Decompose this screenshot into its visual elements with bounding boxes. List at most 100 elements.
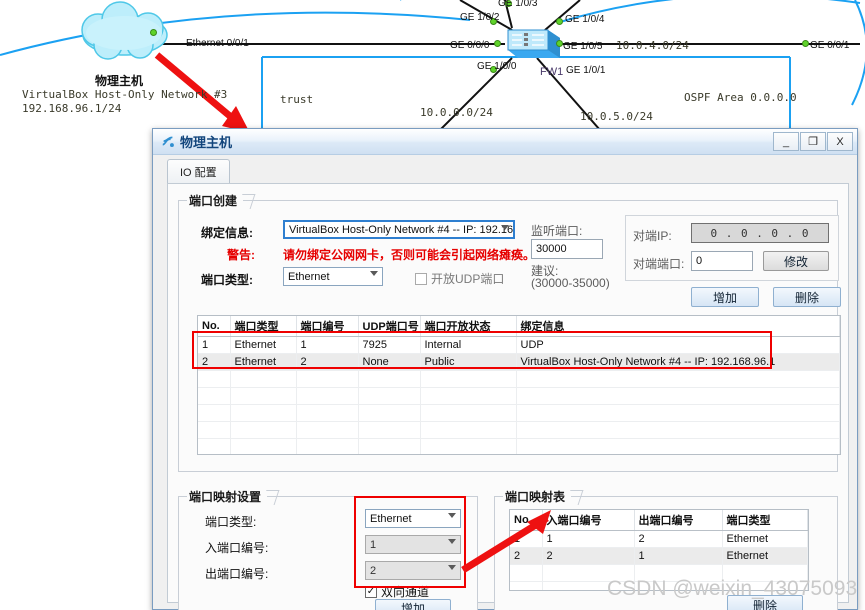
maximize-button[interactable]: ❐	[800, 132, 826, 151]
close-button[interactable]: X	[827, 132, 853, 151]
peer-port-label: 对端端口:	[633, 257, 685, 271]
table-row-empty[interactable]	[198, 438, 840, 454]
mapping-port-type-label: 端口类型:	[205, 515, 257, 529]
bind-info-select[interactable]: VirtualBox Host-Only Network #4 -- IP: 1…	[283, 220, 515, 239]
table-cell: Ethernet	[230, 353, 297, 371]
table-cell	[296, 438, 359, 454]
table-cell	[296, 387, 359, 405]
udp-port-checkbox-label: 开放UDP端口	[431, 272, 505, 286]
zone-label-trust: trust	[280, 93, 314, 106]
out-port-value: 2	[370, 564, 377, 577]
chevron-down-icon	[370, 271, 378, 276]
warning-text: 请勿绑定公网网卡，否则可能会引起网络瘫痪。	[283, 248, 536, 262]
minimize-button[interactable]: _	[773, 132, 799, 151]
table-cell: 1	[296, 336, 359, 354]
interface-label-ge0-0-1: GE 0/0/1	[810, 40, 850, 51]
host-network-name: VirtualBox Host-Only Network #3	[22, 88, 228, 101]
table-cell	[296, 421, 359, 439]
link-endpoint-dot	[556, 18, 563, 25]
table-cell	[358, 370, 421, 388]
peer-port-input[interactable]: 0	[691, 251, 753, 271]
add-mapping-button[interactable]: 增加	[375, 599, 451, 610]
subnet-label-10-0-5-0: 10.0.5.0/24	[580, 110, 653, 123]
table-cell: Ethernet	[230, 336, 297, 354]
host-ip-address: 192.168.96.1/24	[22, 102, 122, 115]
tab-strip: IO 配置	[167, 159, 851, 183]
group-mapping-settings-label: 端口映射设置	[187, 488, 268, 505]
interface-label-ge1-0-3: GE 1/0/3	[498, 0, 538, 9]
add-port-button[interactable]: 增加	[691, 287, 759, 307]
table-cell	[230, 387, 297, 405]
table-cell	[230, 421, 297, 439]
column-header: 端口类型	[230, 316, 297, 337]
firewall-device-icon	[507, 29, 560, 58]
out-port-label: 出端口编号:	[205, 567, 269, 581]
modify-button[interactable]: 修改	[763, 251, 829, 271]
in-port-select[interactable]: 1	[365, 535, 461, 554]
link-endpoint-dot	[494, 40, 501, 47]
table-header-row: No. 端口类型 端口编号 UDP端口号 端口开放状态 绑定信息	[198, 316, 840, 337]
table-cell: 2	[296, 353, 359, 371]
bidirectional-label: 双向通道	[381, 585, 430, 599]
table-cell: 2	[198, 353, 231, 371]
table-cell	[296, 370, 359, 388]
link-endpoint-dot	[802, 40, 809, 47]
table-row-empty[interactable]	[198, 387, 840, 405]
table-cell	[296, 404, 359, 422]
table-row[interactable]: 2 Ethernet 2 None Public VirtualBox Host-Only…	[198, 353, 840, 371]
table-cell	[516, 421, 840, 439]
table-cell	[198, 387, 231, 405]
checkbox-box: ✓	[365, 585, 377, 598]
tab-io-config[interactable]: IO 配置	[167, 159, 230, 183]
mapping-port-type-select[interactable]: Ethernet	[365, 509, 461, 528]
table-row-empty[interactable]	[198, 421, 840, 439]
column-header: 出端口编号	[634, 510, 723, 531]
table-row-empty[interactable]	[198, 404, 840, 422]
table-row[interactable]: 1 Ethernet 1 7925 Internal UDP	[198, 336, 840, 354]
app-logo-icon	[162, 136, 174, 147]
suggest-range: (30000-35000)	[531, 276, 610, 290]
ospf-area-label: OSPF Area 0.0.0.0	[684, 91, 797, 104]
link-endpoint-dot	[556, 40, 563, 47]
table-cell: 2	[634, 530, 723, 548]
table-cell	[198, 421, 231, 439]
bidirectional-checkbox[interactable]: ✓ 双向通道	[365, 583, 429, 600]
bind-info-label: 绑定信息:	[201, 226, 253, 240]
subnet-label-10-0-0-0: 10.0.0.0/24	[420, 106, 493, 119]
column-header: No.	[198, 316, 231, 337]
table-cell	[230, 404, 297, 422]
group-mapping-settings: 端口映射设置 端口类型: Ethernet 入端口编号: 1 出端口编号: 2	[178, 488, 478, 610]
column-header: 绑定信息	[516, 316, 840, 337]
peer-ip-input[interactable]: 0 . 0 . 0 . 0	[691, 223, 829, 243]
interface-label-ethernet001: Ethernet 0/0/1	[186, 38, 249, 49]
group-port-create: 端口创建 绑定信息: VirtualBox Host-Only Network …	[178, 192, 841, 472]
table-cell: 1	[198, 336, 231, 354]
window-controls: _ ❐ X	[773, 132, 853, 151]
table-cell	[358, 387, 421, 405]
port-list-table[interactable]: No. 端口类型 端口编号 UDP端口号 端口开放状态 绑定信息 1 Ethernet 1 79…	[197, 315, 841, 455]
interface-label-ge1-0-0: GE 1/0/0	[477, 61, 517, 72]
delete-port-button[interactable]: 删除	[773, 287, 841, 307]
table-cell: None	[358, 353, 421, 371]
table-cell: VirtualBox Host-Only Network #4 -- IP: 1…	[516, 353, 840, 371]
table-cell	[358, 438, 421, 454]
column-header: 端口编号	[296, 316, 359, 337]
table-cell: 1	[634, 547, 723, 565]
table-row-empty[interactable]	[198, 370, 840, 388]
table-cell: Ethernet	[722, 530, 808, 548]
udp-port-checkbox[interactable]: 开放UDP端口	[415, 270, 504, 287]
port-type-label: 端口类型:	[201, 273, 253, 287]
dialog-titlebar[interactable]: 物理主机 _ ❐ X	[153, 129, 857, 155]
table-cell	[420, 387, 517, 405]
table-cell	[516, 438, 840, 454]
red-arrow-to-mapping-table	[461, 510, 551, 573]
warning-label: 警告:	[227, 248, 255, 262]
port-type-select[interactable]: Ethernet	[283, 267, 383, 286]
host-node-title: 物理主机	[95, 74, 144, 88]
link-endpoint-dot	[150, 29, 157, 36]
listen-port-input[interactable]: 30000	[531, 239, 603, 259]
table-cell	[516, 370, 840, 388]
table-cell	[198, 438, 231, 454]
peer-ip-label: 对端IP:	[633, 229, 672, 243]
out-port-select[interactable]: 2	[365, 561, 461, 580]
